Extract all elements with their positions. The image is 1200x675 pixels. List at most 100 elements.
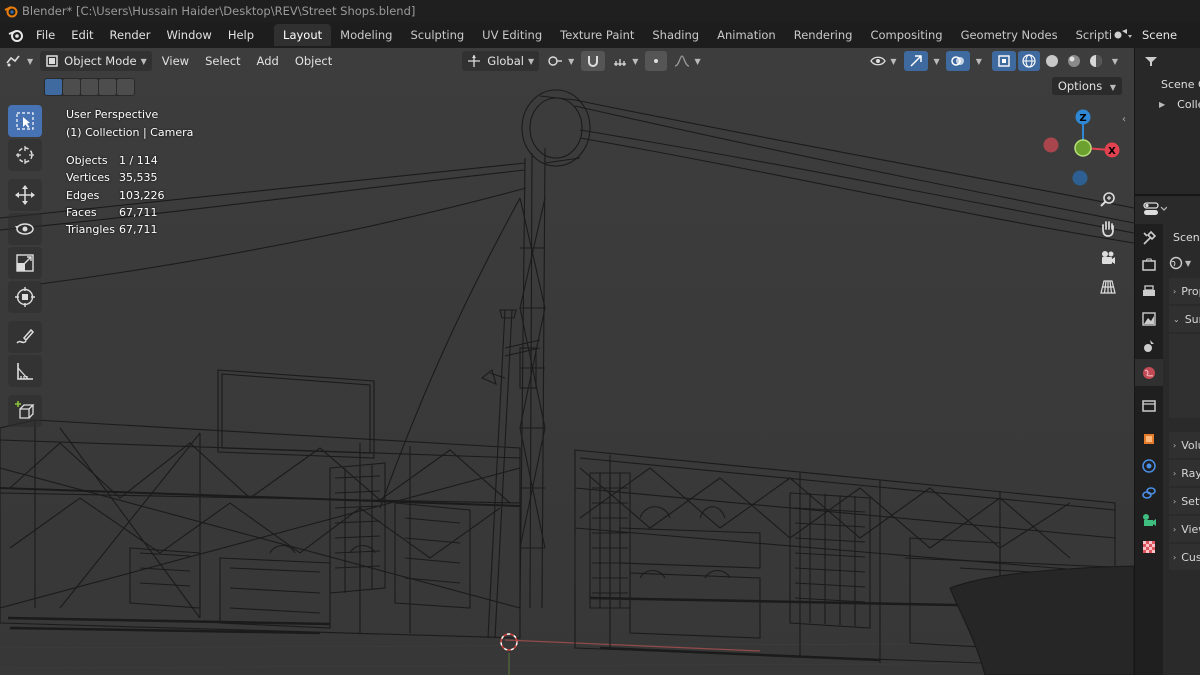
menu-edit[interactable]: Edit: [63, 22, 101, 48]
proportional-falloff-button[interactable]: ▼: [669, 51, 705, 71]
camera-view-tool[interactable]: [1096, 246, 1120, 270]
outliner-row-collection[interactable]: ▶ Collection: [1135, 94, 1200, 114]
tab-data[interactable]: [1135, 506, 1163, 533]
tab-collection[interactable]: [1135, 392, 1163, 419]
tab-sculpting[interactable]: Sculpting: [401, 24, 473, 46]
menu-view[interactable]: View: [154, 54, 197, 68]
axis-neg-x-icon[interactable]: [1043, 137, 1059, 153]
menu-select[interactable]: Select: [197, 54, 248, 68]
menu-file[interactable]: File: [28, 22, 63, 48]
tab-texture[interactable]: [1135, 533, 1163, 560]
axis-neg-z-icon[interactable]: [1072, 170, 1088, 186]
tab-world[interactable]: [1135, 359, 1163, 386]
panel-volume[interactable]: › Volume: [1169, 432, 1200, 458]
panel-surface[interactable]: ⌄ Surface: [1169, 306, 1200, 332]
pan-tool[interactable]: [1096, 217, 1120, 241]
editor-type-button[interactable]: ▼: [0, 51, 38, 71]
select-subtract-button[interactable]: [81, 79, 98, 95]
tab-geometry-nodes[interactable]: Geometry Nodes: [952, 24, 1067, 46]
rendered-shading-button[interactable]: [1086, 51, 1106, 71]
properties-editor-type[interactable]: [1143, 202, 1168, 219]
select-new-button[interactable]: [45, 79, 62, 95]
stat-value: 1 / 114: [119, 154, 158, 167]
select-box-icon: [16, 112, 34, 130]
menu-window[interactable]: Window: [158, 22, 219, 48]
tab-shading[interactable]: Shading: [643, 24, 708, 46]
navigation-gizmo[interactable]: Z X: [1038, 104, 1128, 194]
scale-tool[interactable]: [8, 247, 42, 279]
select-box-tool[interactable]: [8, 105, 42, 137]
options-dropdown[interactable]: Options ▼: [1051, 77, 1122, 95]
transform-orientation-dropdown[interactable]: Global ▼: [462, 51, 540, 71]
tab-layout[interactable]: Layout: [274, 24, 332, 46]
panel-viewport-display[interactable]: › Viewport Display: [1169, 516, 1200, 542]
annotate-tool[interactable]: [8, 321, 42, 353]
tab-compositing[interactable]: Compositing: [861, 24, 951, 46]
snapping-toggle[interactable]: [581, 51, 606, 71]
add-cube-tool[interactable]: [8, 395, 42, 427]
tab-render[interactable]: [1135, 251, 1163, 278]
outliner-row-scene-collection[interactable]: Scene Collection: [1135, 74, 1200, 94]
menu-add[interactable]: Add: [249, 54, 287, 68]
material-shading-button[interactable]: [1064, 51, 1084, 71]
cursor-tool[interactable]: [8, 139, 42, 171]
workspace-tabs: Layout Modeling Sculpting UV Editing Tex…: [274, 22, 1159, 48]
tab-modeling[interactable]: Modeling: [331, 24, 401, 46]
menu-render[interactable]: Render: [102, 22, 159, 48]
pivot-icon: [548, 56, 563, 66]
wireframe-sphere-icon: [1022, 54, 1036, 68]
tab-scene[interactable]: [1135, 332, 1163, 359]
transform-tool[interactable]: [8, 281, 42, 313]
blender-menu-icon[interactable]: [4, 22, 28, 48]
outliner-filter-icon[interactable]: [1143, 54, 1159, 68]
chevron-down-icon[interactable]: ▼: [976, 57, 982, 66]
select-intersect-button[interactable]: [117, 79, 134, 95]
panel-settings[interactable]: › Settings: [1169, 488, 1200, 514]
object-mode-icon: [46, 55, 58, 67]
panel-custom-properties[interactable]: › Custom Properties: [1169, 544, 1200, 570]
chevron-down-icon[interactable]: ▼: [1112, 57, 1118, 66]
panel-ray-visibility[interactable]: › Ray Visibility: [1169, 460, 1200, 486]
move-tool[interactable]: [8, 179, 42, 211]
ortho-toggle-tool[interactable]: [1096, 275, 1120, 299]
tab-object[interactable]: [1135, 425, 1163, 452]
world-selector[interactable]: ▼: [1169, 250, 1200, 276]
tab-uv-editing[interactable]: UV Editing: [473, 24, 551, 46]
select-invert-button[interactable]: [99, 79, 116, 95]
xray-toggle[interactable]: [991, 51, 1016, 71]
tab-constraints[interactable]: [1135, 479, 1163, 506]
gizmo-toggle[interactable]: [903, 51, 928, 71]
expand-arrow-icon[interactable]: ▶: [1159, 100, 1165, 109]
wireframe-shading-button[interactable]: [1017, 51, 1040, 71]
tab-view-layer[interactable]: [1135, 305, 1163, 332]
select-extend-button[interactable]: [63, 79, 80, 95]
visibility-button[interactable]: ▼: [865, 51, 901, 71]
window-title: Blender* [C:\Users\Hussain Haider\Deskto…: [22, 4, 416, 18]
top-menu-bar: File Edit Render Window Help Layout Mode…: [0, 22, 1200, 48]
menu-object[interactable]: Object: [287, 54, 340, 68]
tab-animation[interactable]: Animation: [708, 24, 785, 46]
panel-preview[interactable]: › Properties: [1169, 278, 1200, 304]
menu-help[interactable]: Help: [220, 22, 262, 48]
tab-tool[interactable]: [1135, 224, 1163, 251]
panel-label: Surface: [1184, 312, 1200, 326]
tab-output[interactable]: [1135, 278, 1163, 305]
proportional-edit-toggle[interactable]: [645, 51, 668, 71]
pivot-point-button[interactable]: ▼: [541, 51, 579, 71]
axis-y-icon[interactable]: [1074, 139, 1092, 157]
scene-selector[interactable]: Scene: [1112, 22, 1200, 48]
rotate-tool[interactable]: [8, 213, 42, 245]
solid-shading-button[interactable]: [1042, 51, 1062, 71]
overlays-toggle[interactable]: [945, 51, 970, 71]
stat-label: Triangles: [66, 223, 115, 237]
tab-texture-paint[interactable]: Texture Paint: [551, 24, 643, 46]
object-mode-dropdown[interactable]: Object Mode ▼: [40, 51, 152, 71]
chevron-down-icon[interactable]: ▼: [934, 57, 940, 66]
tab-rendering[interactable]: Rendering: [785, 24, 862, 46]
zoom-tool[interactable]: [1096, 188, 1120, 212]
measure-tool[interactable]: [8, 355, 42, 387]
3d-viewport[interactable]: ▼ Object Mode ▼ View Select Add Object G…: [0, 48, 1134, 675]
tab-physics[interactable]: [1135, 452, 1163, 479]
snap-target-button[interactable]: ▼: [607, 51, 643, 71]
stat-label: Faces: [66, 205, 97, 219]
